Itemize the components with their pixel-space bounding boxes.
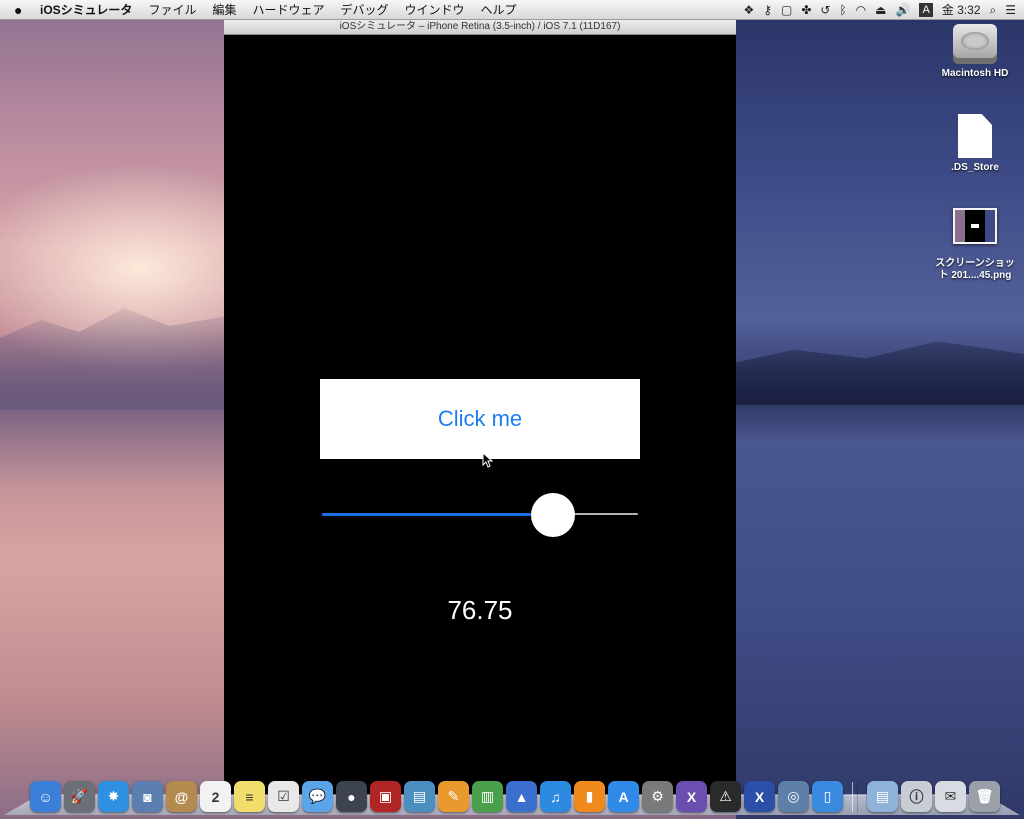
applications-folder-icon[interactable]: ▤ [867, 781, 898, 812]
preview-icon[interactable]: ◙ [132, 781, 163, 812]
dock: ☺ 🚀 ✸ ◙ @2 ≡ ☑ 💬 ● ▣ ▤ ✎ ▥ ▲ ♫ ▮ A ⚙ X ⚠ X ◎ ▯ ▤ ⓘ ✉ 🗑 [30, 778, 1000, 812]
desktop-icon-label-line1: スクリーンショッ [935, 258, 1015, 269]
calendar-icon[interactable]: 2 [200, 781, 231, 812]
spotlight-icon[interactable]: ⌕ [990, 0, 997, 20]
app-store-icon[interactable]: A [608, 781, 639, 812]
documents-folder-icon[interactable]: ⓘ [901, 781, 932, 812]
desktop-icon-screenshot[interactable]: スクリーンショッ ト 201....45.png [930, 208, 1020, 282]
simulator-window-title[interactable]: iOSシミュレータ – iPhone Retina (3.5-inch) / i… [224, 20, 736, 35]
slider-value-label: 76.75 [447, 595, 513, 625]
volume-icon[interactable]: 🔊 [896, 0, 911, 20]
pages-icon[interactable]: ✎ [438, 781, 469, 812]
numbers-icon[interactable]: ▥ [472, 781, 503, 812]
value-slider[interactable] [322, 493, 638, 537]
time-machine-icon[interactable]: ↺ [820, 0, 830, 20]
menu-app-name[interactable]: iOSシミュレータ [40, 1, 132, 18]
slider-thumb[interactable] [530, 493, 575, 537]
bluetooth-icon[interactable]: ᛒ [839, 0, 846, 20]
console-icon[interactable]: ⚠ [710, 781, 741, 812]
safari-icon[interactable]: ✸ [98, 781, 129, 812]
desktop-icon-label: Macintosh HD [941, 68, 1009, 79]
ios-simulator-icon[interactable]: ▯ [812, 781, 843, 812]
wallpaper-mountain-left [0, 308, 226, 410]
menu-edit[interactable]: 編集 [212, 1, 236, 18]
xamarin-icon[interactable]: X [676, 781, 707, 812]
simulator-screen: Click me 76.75 [224, 35, 736, 795]
mouse-cursor-icon [482, 452, 494, 468]
apple-icon[interactable]: ● [14, 0, 30, 20]
instruments-icon[interactable]: ◎ [778, 781, 809, 812]
system-preferences-icon[interactable]: ⚙ [642, 781, 673, 812]
messages-icon[interactable]: 💬 [302, 781, 333, 812]
evernote-icon[interactable]: ✤ [801, 0, 811, 20]
trash-icon[interactable]: 🗑 [969, 781, 1000, 812]
wallpaper-reflection-left [0, 410, 226, 490]
desktop-icon-label: .DS_Store [951, 162, 999, 173]
dropbox-icon[interactable]: ❖ [743, 0, 754, 20]
menu-window[interactable]: ウインドウ [405, 1, 465, 18]
desktop-icon-label-line2: ト 201....45.png [938, 270, 1012, 281]
iphoto-icon[interactable]: ▤ [404, 781, 435, 812]
ibooks-icon[interactable]: ▮ [574, 781, 605, 812]
slider-track-filled [322, 513, 553, 516]
status-tray: ❖ ⚷ ▢ ✤ ↺ ᛒ ◠ ⏏ 🔊 A 金 3:32 ⌕ ☰ [743, 0, 1016, 20]
menu-debug[interactable]: デバッグ [340, 1, 388, 18]
finder-icon[interactable]: ☺ [30, 781, 61, 812]
hard-drive-icon [953, 24, 997, 64]
dock-separator [852, 782, 858, 812]
notes-icon[interactable]: ≡ [234, 781, 265, 812]
xamarin-studio-icon[interactable]: X [744, 781, 775, 812]
menu-hardware[interactable]: ハードウェア [252, 1, 324, 18]
desktop-icon-macintosh-hd[interactable]: Macintosh HD [930, 24, 1020, 80]
screenshot-thumbnail-icon [953, 208, 997, 244]
reminders-icon[interactable]: ☑ [268, 781, 299, 812]
downloads-folder-icon[interactable]: ✉ [935, 781, 966, 812]
menu-bar: ● iOSシミュレータ ファイル 編集 ハードウェア デバッグ ウインドウ ヘル… [0, 0, 1024, 20]
launchpad-icon[interactable]: 🚀 [64, 781, 95, 812]
facetime-icon[interactable]: ● [336, 781, 367, 812]
eject-icon[interactable]: ⏏ [875, 0, 886, 20]
document-icon [958, 114, 992, 158]
clock[interactable]: 金 3:32 [942, 0, 981, 20]
window-icon[interactable]: ▢ [781, 0, 792, 20]
menu-file[interactable]: ファイル [148, 1, 196, 18]
key-icon[interactable]: ⚷ [763, 0, 772, 20]
photo-booth-icon[interactable]: ▣ [370, 781, 401, 812]
contacts-icon[interactable]: @ [166, 781, 197, 812]
keynote-icon[interactable]: ▲ [506, 781, 537, 812]
wifi-icon[interactable]: ◠ [856, 0, 866, 20]
click-me-button[interactable]: Click me [320, 379, 640, 459]
desktop-icon-ds-store[interactable]: .DS_Store [930, 114, 1020, 174]
menu-help[interactable]: ヘルプ [481, 1, 517, 18]
input-source-icon[interactable]: A [919, 3, 933, 17]
notification-center-icon[interactable]: ☰ [1005, 0, 1016, 20]
itunes-icon[interactable]: ♫ [540, 781, 571, 812]
